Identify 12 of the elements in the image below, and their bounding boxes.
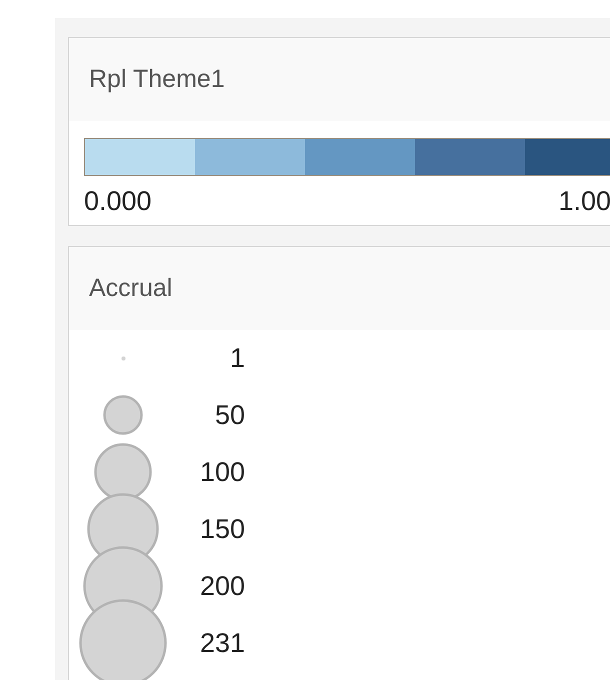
size-label: 231: [200, 630, 245, 657]
size-label: 150: [200, 516, 245, 543]
size-label: 100: [200, 458, 245, 486]
size-label: 1: [230, 344, 245, 372]
max-label: 1.00: [558, 188, 610, 215]
legend-title: Rpl Theme1: [89, 64, 225, 95]
circle-icon: [103, 395, 143, 436]
size-label: 200: [200, 572, 245, 600]
legend-title: Accrual: [89, 272, 172, 304]
circle-icon: [120, 354, 126, 362]
size-label: 50: [214, 402, 245, 429]
min-label: 0.000: [84, 188, 152, 215]
